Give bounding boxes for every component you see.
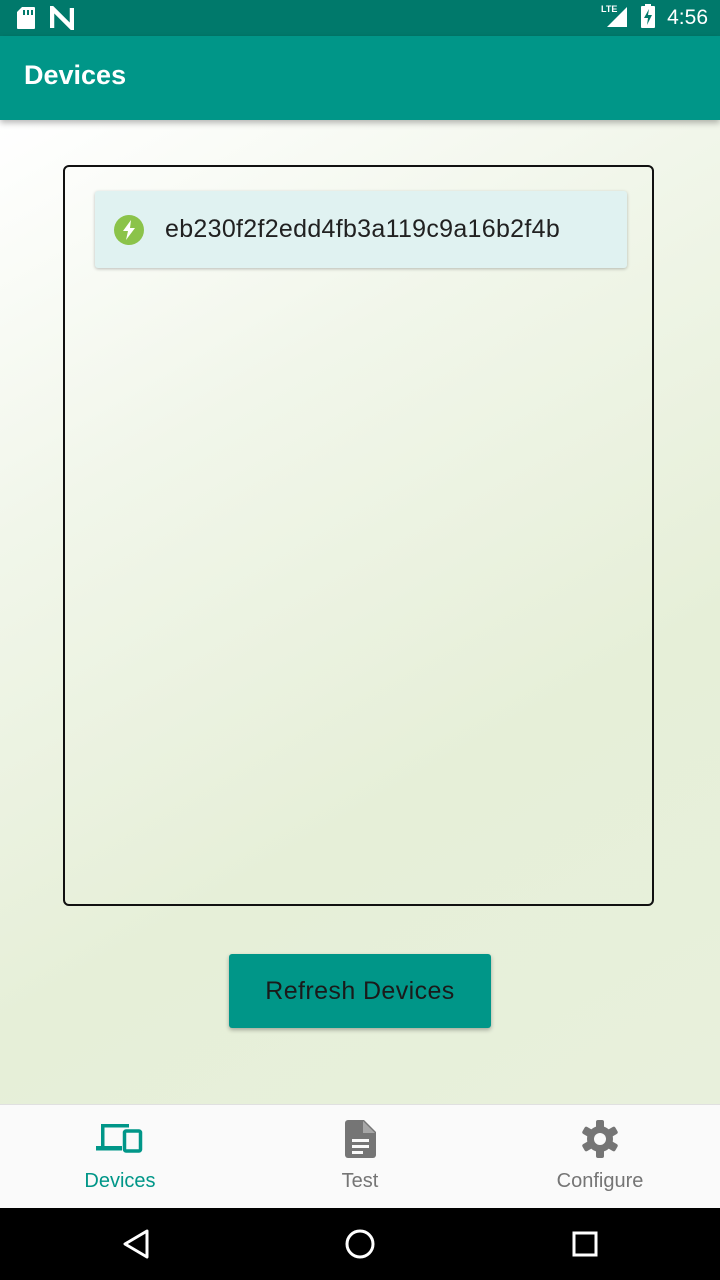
- svg-text:LTE: LTE: [601, 4, 617, 14]
- status-time: 4:56: [667, 6, 708, 29]
- device-list-item[interactable]: eb230f2f2edd4fb3a119c9a16b2f4b: [95, 191, 627, 268]
- document-icon: [336, 1119, 384, 1159]
- battery-charging-icon: [641, 3, 656, 33]
- status-bar: LTE 4:56: [0, 0, 720, 36]
- system-navigation-bar: [0, 1208, 720, 1280]
- sd-card-icon: [16, 6, 36, 35]
- gear-icon: [576, 1119, 624, 1159]
- signal-icon: LTE: [601, 3, 629, 34]
- back-icon[interactable]: [118, 1226, 154, 1262]
- bottom-navigation: Devices Test Configure: [0, 1104, 720, 1208]
- nav-tab-devices[interactable]: Devices: [0, 1105, 240, 1208]
- home-icon[interactable]: [342, 1226, 378, 1262]
- n-logo-icon: [49, 2, 75, 35]
- nav-label: Devices: [84, 1170, 156, 1192]
- main-content: eb230f2f2edd4fb3a119c9a16b2f4b Refresh D…: [0, 120, 720, 1104]
- nav-tab-test[interactable]: Test: [240, 1105, 480, 1208]
- status-left-icons: [16, 2, 75, 35]
- lightning-bolt-icon: [114, 214, 144, 245]
- device-list: eb230f2f2edd4fb3a119c9a16b2f4b: [63, 165, 654, 906]
- device-id-label: eb230f2f2edd4fb3a119c9a16b2f4b: [165, 215, 561, 243]
- nav-tab-configure[interactable]: Configure: [480, 1105, 720, 1208]
- refresh-devices-button[interactable]: Refresh Devices: [229, 954, 491, 1028]
- recents-icon[interactable]: [567, 1226, 603, 1262]
- status-right-icons: LTE 4:56: [601, 0, 708, 36]
- nav-label: Configure: [556, 1170, 644, 1192]
- devices-icon: [96, 1119, 144, 1159]
- page-title: Devices: [24, 60, 127, 90]
- nav-label: Test: [341, 1170, 379, 1192]
- app-bar: Devices: [0, 36, 720, 120]
